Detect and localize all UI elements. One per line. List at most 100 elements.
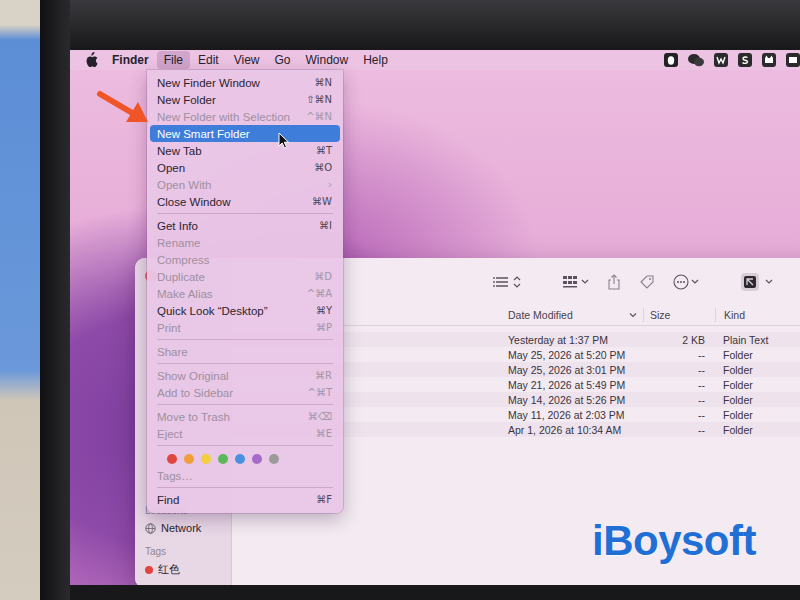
apple-icon[interactable] — [84, 52, 98, 68]
menu-item-label: Close Window — [157, 196, 231, 208]
menu-item-slot: Open With› — [147, 176, 343, 193]
menu-item-slot: Find⌘F — [147, 491, 343, 508]
tray-app-icon[interactable] — [786, 53, 800, 67]
menu-item-shortcut: ⌘E — [316, 428, 332, 439]
table-cell: -- — [643, 379, 715, 391]
tag-color-dot[interactable] — [235, 454, 245, 464]
menu-item-label: Share — [157, 346, 188, 358]
menu-item-shortcut: ⌘D — [314, 271, 332, 282]
app-menu[interactable]: Finder — [105, 51, 156, 69]
menu-item-slot: New Folder with Selection^⌘N — [147, 108, 343, 125]
menu-bar-item[interactable]: File — [157, 51, 190, 69]
cat-app-icon[interactable] — [762, 53, 776, 67]
menu-bar-item[interactable]: View — [227, 51, 267, 69]
menu-item[interactable]: New Finder Window⌘N — [150, 74, 340, 91]
table-cell: Yesterday at 1:37 PM — [501, 334, 643, 346]
menu-item-content: New Smart Folder — [150, 125, 340, 142]
menu-item-label: Add to Sidebar — [157, 387, 233, 399]
tag-color-dot[interactable] — [167, 454, 177, 464]
column-header[interactable]: Date Modified — [501, 309, 643, 321]
menu-item: Tags… — [150, 467, 340, 484]
menu-item-label: New Folder with Selection — [157, 111, 290, 123]
menu-item-content: Open⌘O — [150, 159, 340, 176]
sidebar-label: 红色 — [158, 562, 180, 577]
menu-item-slot: Share — [147, 343, 343, 360]
sidebar-tag[interactable]: 红色 — [135, 561, 231, 578]
menu-item-label: Eject — [157, 428, 183, 440]
table-cell: May 25, 2026 at 5:20 PM — [501, 349, 643, 361]
column-header[interactable]: Size — [643, 308, 715, 322]
globe-icon — [145, 523, 156, 534]
screen: FinderFileEditViewGoWindowHelp Locations… — [70, 50, 800, 585]
menu-item-shortcut: ⌘⌫ — [308, 411, 332, 422]
shield-app-icon[interactable] — [738, 53, 752, 67]
menu-item[interactable]: Open⌘O — [150, 159, 340, 176]
sort-chevron-icon[interactable] — [629, 312, 637, 318]
menu-item-shortcut: ⌘F — [316, 494, 332, 505]
tag-icon[interactable] — [639, 274, 655, 290]
menu-item[interactable]: Find⌘F — [150, 491, 340, 508]
menu-bar: FinderFileEdit View GoWindow Help — [70, 50, 800, 70]
sidebar-item[interactable]: Network — [135, 520, 231, 537]
menu-item-slot: Rename — [147, 234, 343, 251]
menu-item-content: Open With› — [150, 176, 340, 193]
menu-bar-label: Help — [363, 53, 388, 67]
photo: {"menu_bar": {"app": "Finder", "items": … — [0, 0, 800, 600]
table-cell: 2 KB — [643, 334, 715, 346]
menu-item-label: Quick Look “Desktop” — [157, 305, 268, 317]
menu-item: Duplicate⌘D — [150, 268, 340, 285]
menu-item-content: New Folder⇧⌘N — [150, 91, 340, 108]
list-view-icon[interactable] — [493, 275, 525, 289]
tag-color-dot[interactable] — [201, 454, 211, 464]
table-cell: Apr 1, 2026 at 10:34 AM — [501, 424, 643, 436]
menu-item: Compress — [150, 251, 340, 268]
share-icon[interactable] — [607, 274, 621, 290]
menu-item: New Folder with Selection^⌘N — [150, 108, 340, 125]
menu-item-content: Close Window⌘W — [150, 193, 340, 210]
menu-item[interactable]: Close Window⌘W — [150, 193, 340, 210]
annotation-arrow-icon — [96, 88, 152, 128]
tag-color-dot[interactable] — [218, 454, 228, 464]
more-actions-icon[interactable] — [673, 274, 699, 290]
tag-color-dot[interactable] — [269, 454, 279, 464]
menu-item-slot: New Folder⇧⌘N — [147, 91, 343, 108]
menu-item-shortcut: ⌘T — [316, 145, 332, 156]
menu-item-shortcut: ⌘P — [316, 322, 332, 333]
menu-item-content: New Tab⌘T — [150, 142, 340, 159]
menu-bar-item[interactable]: Window — [299, 51, 356, 69]
screen-bezel-top — [70, 0, 800, 50]
tag-color-dot[interactable] — [252, 454, 262, 464]
menu-item-slot: Duplicate⌘D — [147, 268, 343, 285]
menu-item-label: New Folder — [157, 94, 216, 106]
menu-item: Eject ⌘E — [150, 425, 340, 442]
menu-item-slot: Tags… — [147, 467, 343, 484]
menu-item: Print⌘P — [150, 319, 340, 336]
menu-item-slot: New Smart Folder — [147, 125, 343, 142]
menu-item-slot: Close Window⌘W — [147, 193, 343, 210]
menu-bar-item[interactable]: Help — [356, 51, 395, 69]
menu-item-slot: Move to Trash⌘⌫ — [147, 408, 343, 425]
menu-item-shortcut: ^⌘A — [307, 288, 332, 299]
app-shortcut-icon[interactable] — [741, 273, 775, 291]
column-header[interactable]: Kind — [715, 308, 800, 322]
menu-item-slot: Get Info⌘I — [147, 217, 343, 234]
menu-item[interactable]: New Smart Folder — [150, 125, 340, 142]
menu-bar-item[interactable]: Edit — [191, 51, 226, 69]
table-cell: Folder — [715, 364, 800, 376]
document-app-icon[interactable] — [714, 53, 728, 67]
menu-item[interactable]: Quick Look “Desktop”⌘Y — [150, 302, 340, 319]
table-cell: May 21, 2026 at 5:49 PM — [501, 379, 643, 391]
menu-item[interactable]: Get Info⌘I — [150, 217, 340, 234]
chat-app-icon[interactable] — [688, 53, 704, 67]
menu-bar-item[interactable]: Go — [268, 51, 298, 69]
tag-color-dot[interactable] — [184, 454, 194, 464]
table-cell: -- — [643, 424, 715, 436]
menu-separator — [157, 363, 333, 364]
menu-item-slot: Add to Sidebar^⌘T — [147, 384, 343, 401]
penguin-app-icon[interactable] — [664, 53, 678, 67]
menu-item[interactable]: New Tab⌘T — [150, 142, 340, 159]
table-cell: Folder — [715, 349, 800, 361]
grid-view-icon[interactable] — [563, 275, 589, 289]
menu-bar-label: View — [234, 53, 260, 67]
menu-item[interactable]: New Folder⇧⌘N — [150, 91, 340, 108]
